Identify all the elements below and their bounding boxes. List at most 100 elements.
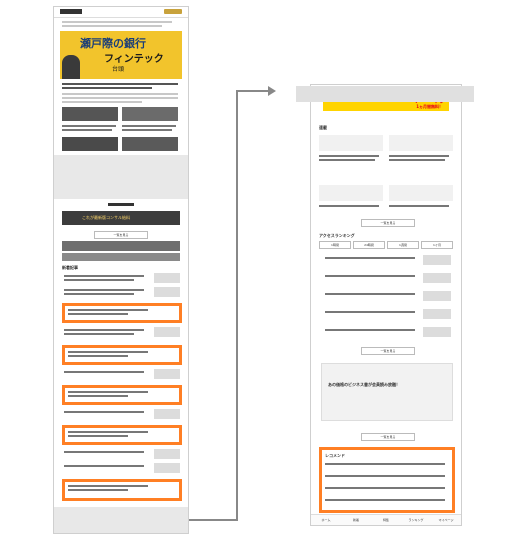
nav-home[interactable]: ホーム [311, 515, 341, 525]
news-thumbnail[interactable] [154, 449, 180, 459]
series-thumbnail[interactable] [389, 185, 453, 201]
book-banner[interactable]: あの価格のビジネス書が会員読み放題！ [321, 363, 453, 421]
ranking-thumbnail[interactable] [423, 327, 451, 337]
news-item-title[interactable] [64, 275, 144, 277]
news-item-title[interactable] [64, 465, 144, 467]
connector-arrow-icon [268, 86, 276, 96]
header-button[interactable] [164, 9, 182, 14]
article-thumbnail[interactable] [122, 107, 178, 121]
news-item-title[interactable] [68, 391, 148, 393]
news-item-title[interactable] [68, 351, 148, 353]
news-item-title[interactable] [64, 289, 144, 291]
more-button[interactable]: 一覧を見る [361, 347, 415, 355]
nav-mypage[interactable]: マイページ [431, 515, 461, 525]
ranking-thumbnail[interactable] [423, 309, 451, 319]
news-item-title[interactable] [64, 451, 144, 453]
article-title[interactable] [62, 125, 116, 127]
article-title[interactable] [122, 125, 176, 127]
news-thumbnail[interactable] [154, 327, 180, 337]
ad-banner-second[interactable] [62, 253, 180, 261]
article-thumbnail[interactable] [122, 137, 178, 151]
section-title-news: 新着記事 [62, 265, 78, 270]
more-button[interactable]: 一覧を見る [361, 219, 415, 227]
connector-line-horizontal [236, 90, 270, 92]
news-item-title[interactable] [68, 435, 128, 437]
site-logo[interactable] [60, 9, 82, 14]
nav-ranking[interactable]: ランキング [401, 515, 431, 525]
news-item-title[interactable] [68, 431, 148, 433]
article-title[interactable] [62, 129, 112, 131]
ranking-thumbnail[interactable] [423, 255, 451, 265]
hero-banner[interactable]: 瀬戸際の銀行 フィンテック 台頭 [60, 31, 182, 79]
site-header [54, 7, 188, 18]
series-thumbnail[interactable] [319, 135, 383, 151]
featured-desc [62, 93, 178, 95]
featured-desc [62, 97, 178, 99]
series-thumbnail[interactable] [389, 135, 453, 151]
featured-title[interactable] [62, 87, 152, 89]
ranking-item-title[interactable] [325, 257, 415, 259]
article-thumbnail[interactable] [62, 137, 118, 151]
ranking-item-title[interactable] [325, 329, 415, 331]
news-item-title[interactable] [68, 485, 148, 487]
ad-banner[interactable] [62, 241, 180, 251]
series-thumbnail[interactable] [319, 185, 383, 201]
news-item-title[interactable] [64, 371, 144, 373]
news-item-title[interactable] [68, 489, 128, 491]
recommend-title: レコメンド [325, 453, 345, 458]
ranking-tab-1h[interactable]: 1時間 [319, 241, 351, 249]
header-link-line[interactable] [62, 25, 162, 27]
ranking-item-title[interactable] [325, 275, 415, 277]
connector-line-vertical [236, 90, 238, 520]
news-thumbnail[interactable] [154, 273, 180, 283]
more-button[interactable]: 一覧を見る [94, 231, 148, 239]
news-item-title[interactable] [64, 279, 134, 281]
ranking-tab-1w[interactable]: 1週間 [387, 241, 419, 249]
news-thumbnail[interactable] [154, 369, 180, 379]
ranking-item-title[interactable] [325, 293, 415, 295]
article-thumbnail[interactable] [62, 107, 118, 121]
torn-edge [54, 507, 188, 533]
series-title[interactable] [389, 205, 449, 207]
promo-banner[interactable]: これが最新版コンサル給料 [62, 211, 180, 225]
ranking-tab-24h[interactable]: 24時間 [353, 241, 385, 249]
recommend-item[interactable] [325, 475, 445, 477]
header-link-line[interactable] [62, 21, 172, 23]
right-page-screenshot: 1,980円 1ヵ月間無料！ 連載 一覧を見る アクセスランキング 1時間 24… [310, 84, 462, 526]
bottom-nav: ホーム 新着 特集 ランキング マイページ [311, 514, 461, 525]
torn-edge-top [296, 86, 474, 102]
nav-special[interactable]: 特集 [371, 515, 401, 525]
news-item-title[interactable] [68, 309, 148, 311]
news-item-title[interactable] [68, 355, 128, 357]
series-title[interactable] [389, 159, 445, 161]
nav-new[interactable]: 新着 [341, 515, 371, 525]
recommend-item[interactable] [325, 499, 445, 501]
news-item-title[interactable] [64, 329, 144, 331]
series-title[interactable] [389, 155, 449, 157]
news-thumbnail[interactable] [154, 287, 180, 297]
ranking-tab-1m[interactable]: 1ヶ月 [421, 241, 453, 249]
series-title[interactable] [319, 155, 379, 157]
news-item-title[interactable] [64, 333, 134, 335]
recommend-item[interactable] [325, 463, 445, 465]
more-button[interactable]: 一覧を見る [361, 433, 415, 441]
recommend-item[interactable] [325, 487, 445, 489]
news-thumbnail[interactable] [154, 463, 180, 473]
ranking-thumbnail[interactable] [423, 273, 451, 283]
promo-sub: 1ヵ月間無料！ [416, 104, 443, 109]
connector-line-bottom [187, 519, 238, 521]
news-item-title[interactable] [68, 313, 128, 315]
series-title[interactable] [319, 205, 379, 207]
article-title[interactable] [122, 129, 172, 131]
news-thumbnail[interactable] [154, 409, 180, 419]
book-banner-text: あの価格のビジネス書が会員読み放題！ [328, 382, 400, 387]
news-item-title[interactable] [68, 395, 128, 397]
hero-title-line1: 瀬戸際の銀行 [80, 37, 146, 50]
news-item-title[interactable] [64, 411, 144, 413]
ranking-item-title[interactable] [325, 311, 415, 313]
ranking-thumbnail[interactable] [423, 291, 451, 301]
section-title-series: 連載 [319, 125, 327, 130]
featured-title[interactable] [62, 83, 178, 85]
series-title[interactable] [319, 159, 375, 161]
news-item-title[interactable] [64, 293, 134, 295]
